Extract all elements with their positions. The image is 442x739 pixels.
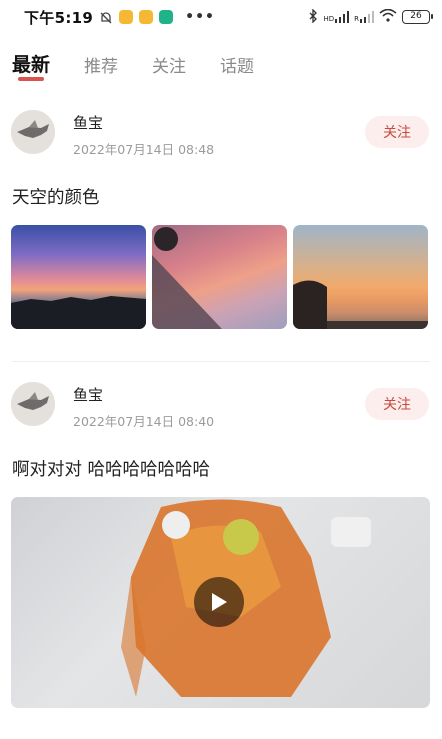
status-right: HD R 26 bbox=[308, 7, 433, 26]
tab-label: 最新 bbox=[12, 54, 51, 76]
post-image[interactable] bbox=[11, 225, 146, 329]
post-date: 2022年07月14日 08:40 bbox=[73, 414, 215, 429]
play-icon bbox=[212, 593, 227, 611]
bell-off-icon bbox=[99, 10, 113, 24]
battery-icon: 26 bbox=[402, 10, 433, 24]
signal-hd-label: HD bbox=[323, 15, 335, 23]
feed-tabs: 最新 推荐 关注 话题 bbox=[12, 50, 254, 81]
app-notification-icon bbox=[139, 10, 154, 24]
status-left: 下午5:19 ••• bbox=[24, 7, 215, 28]
post-date: 2022年07月14日 08:48 bbox=[73, 142, 215, 157]
post-image[interactable] bbox=[152, 225, 287, 329]
follow-button[interactable]: 关注 bbox=[365, 116, 429, 148]
play-button[interactable] bbox=[194, 577, 244, 627]
post-divider bbox=[12, 361, 430, 362]
active-tab-indicator bbox=[18, 77, 44, 81]
signal-roaming-icon: R bbox=[354, 11, 374, 23]
avatar[interactable] bbox=[11, 110, 55, 154]
tab-label: 推荐 bbox=[84, 57, 119, 77]
tab-topics[interactable]: 话题 bbox=[220, 52, 254, 77]
shield-app-icon bbox=[159, 10, 174, 24]
tab-recommended[interactable]: 推荐 bbox=[84, 52, 118, 77]
signal-roaming-label: R bbox=[354, 15, 359, 23]
wifi-icon bbox=[379, 8, 397, 25]
bluetooth-icon bbox=[308, 7, 318, 26]
status-time: 下午5:19 bbox=[24, 8, 94, 27]
tab-latest[interactable]: 最新 bbox=[12, 50, 51, 81]
more-notifications-icon: ••• bbox=[185, 9, 215, 25]
post-text: 天空的颜色 bbox=[12, 188, 100, 208]
post-image[interactable] bbox=[293, 225, 428, 329]
tab-label: 关注 bbox=[152, 57, 187, 77]
app-notification-icon bbox=[119, 10, 134, 24]
tab-following[interactable]: 关注 bbox=[152, 52, 186, 77]
status-bar: 下午5:19 ••• HD R 26 bbox=[0, 0, 442, 34]
tab-label: 话题 bbox=[220, 57, 255, 77]
signal-hd-icon: HD bbox=[323, 11, 350, 23]
post-video[interactable] bbox=[11, 497, 430, 708]
follow-button[interactable]: 关注 bbox=[365, 388, 429, 420]
post-image-grid bbox=[11, 225, 428, 329]
avatar[interactable] bbox=[11, 382, 55, 426]
username[interactable]: 鱼宝 bbox=[73, 384, 103, 405]
post-text: 啊对对对 哈哈哈哈哈哈哈 bbox=[12, 460, 211, 480]
username[interactable]: 鱼宝 bbox=[73, 112, 103, 133]
